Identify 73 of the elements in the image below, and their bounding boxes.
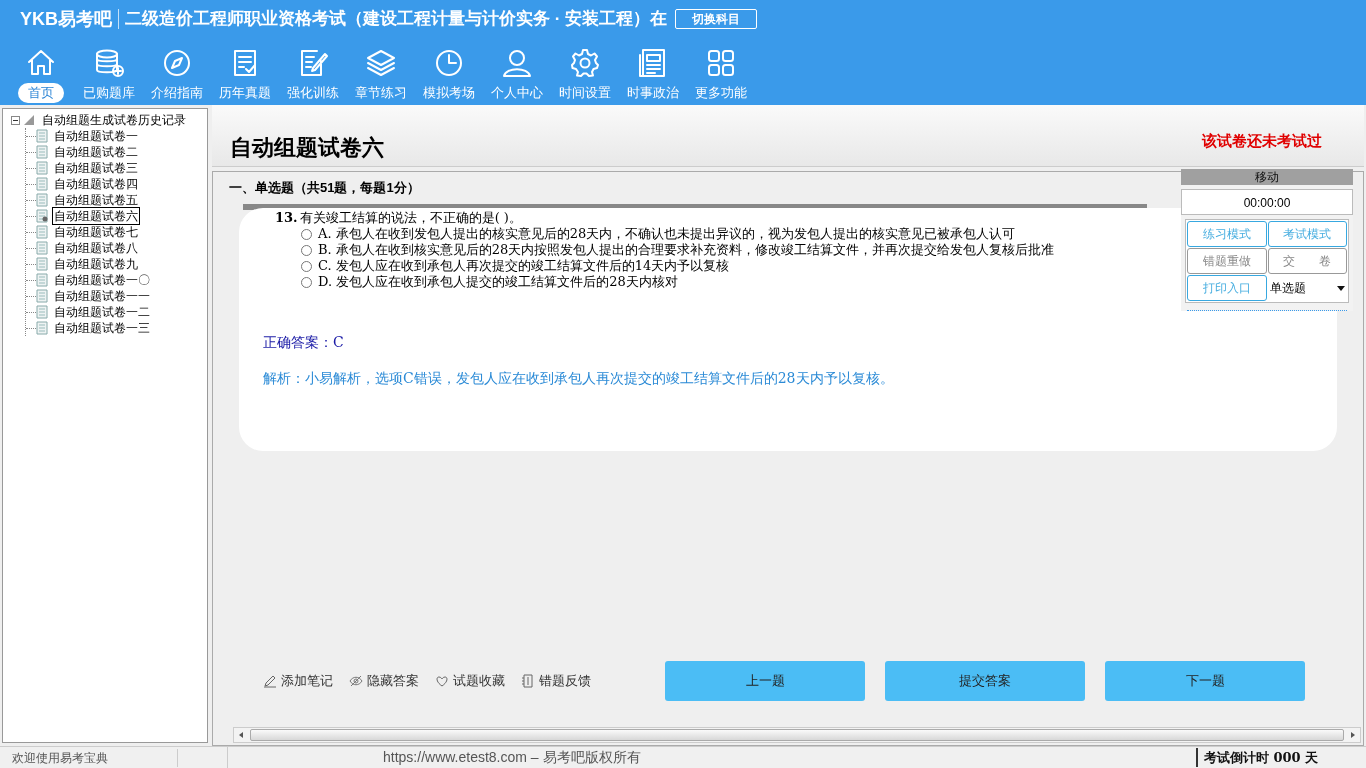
triangle-icon	[24, 115, 34, 125]
tree-item[interactable]: 自动组题试卷一〇	[52, 271, 152, 289]
document-icon	[36, 241, 48, 255]
pencil-icon[interactable]	[263, 674, 277, 688]
nav-tab[interactable]: 首页	[18, 83, 64, 103]
action-button[interactable]: 提交答案	[885, 661, 1085, 701]
app-logo: YKB易考吧	[20, 9, 119, 29]
document-icon	[36, 321, 48, 335]
option-label[interactable]: A. 承包人在收到发包人提出的核实意见后的28天内，不确认也未提出异议的，视为发包人提出的核实意见已被承包人认可	[318, 226, 1016, 242]
settings-icon[interactable]	[569, 47, 601, 79]
tree-item[interactable]: 自动组题试卷八	[52, 239, 140, 257]
document-icon	[36, 289, 48, 303]
copyright-text: https://www.etest8.com – 易考吧版权所有	[383, 748, 641, 767]
option-label[interactable]: D. 发包人应在收到承包人提交的竣工结算文件后的28天内核对	[318, 274, 678, 290]
database-icon[interactable]	[93, 47, 125, 79]
notebook-icon[interactable]	[521, 674, 535, 688]
tool-link[interactable]: 错题反馈	[539, 671, 591, 691]
tree-item[interactable]: 自动组题试卷一三	[52, 319, 152, 337]
eye-icon[interactable]	[349, 674, 363, 688]
document-icon	[36, 257, 48, 271]
scrollbar-thumb[interactable]	[250, 729, 1344, 741]
correct-answer: 正确答案：C	[263, 334, 345, 350]
question-number: 13.	[275, 210, 298, 226]
section-heading: 一、单选题（共51题，每题1分）	[229, 179, 421, 196]
timer-display: 00:00:00	[1181, 189, 1353, 215]
tree-item[interactable]: 自动组题试卷六	[52, 207, 140, 225]
document-icon	[36, 273, 48, 287]
document-icon	[36, 305, 48, 319]
option-label[interactable]: B. 承包人在收到核实意见后的28天内按照发包人提出的合理要求补充资料，修改竣工结算文件，并再次提交给发包人复核后批准	[318, 242, 1055, 258]
tree-item[interactable]: 自动组题试卷四	[52, 175, 140, 193]
tool-link[interactable]: 试题收藏	[453, 671, 505, 691]
tree-item[interactable]: 自动组题试卷七	[52, 223, 140, 241]
document-icon	[36, 129, 48, 143]
exam-status: 该试卷还未考试过	[1202, 130, 1322, 151]
layers-icon[interactable]	[365, 47, 397, 79]
action-button[interactable]: 上一题	[665, 661, 865, 701]
welcome-text: 欢迎使用易考宝典	[0, 748, 178, 767]
document-icon	[36, 225, 48, 239]
question-type-select[interactable]: 单选题	[1267, 275, 1347, 301]
document-icon	[36, 193, 48, 207]
heart-icon[interactable]	[435, 674, 449, 688]
panel-title-bar[interactable]: 移动	[1181, 169, 1353, 185]
tool-link[interactable]: 添加笔记	[281, 671, 333, 691]
exam-title: 二级造价工程师职业资格考试（建设工程计量与计价实务 · 安装工程）在	[125, 8, 668, 31]
radio-button[interactable]	[301, 228, 312, 240]
grid-icon[interactable]	[705, 47, 737, 79]
option-label[interactable]: C. 发包人应在收到承包人再次提交的竣工结算文件后的14天内予以复核	[318, 258, 730, 274]
document-icon	[36, 209, 48, 223]
question-text: 有关竣工结算的说法，不正确的是( )。	[299, 210, 522, 226]
tree-item[interactable]: 自动组题试卷五	[52, 191, 140, 209]
document-icon	[36, 161, 48, 175]
document-icon	[36, 145, 48, 159]
tree-root-label[interactable]: 自动组题生成试卷历史记录	[42, 112, 186, 128]
radio-button[interactable]	[301, 276, 312, 288]
tool-link[interactable]: 隐藏答案	[367, 671, 419, 691]
tree-item[interactable]: 自动组题试卷一	[52, 127, 140, 145]
tree-item[interactable]: 自动组题试卷九	[52, 255, 140, 273]
document-icon	[36, 177, 48, 191]
answer-analysis: 解析：小易解析，选项C错误，发包人应在收到承包人再次提交的竣工结算文件后的28天内予以复核。	[263, 370, 895, 386]
tree-item[interactable]: 自动组题试卷二	[52, 143, 140, 161]
collapse-toggle[interactable]	[11, 115, 20, 125]
compass-icon[interactable]	[161, 47, 193, 79]
tree-item[interactable]: 自动组题试卷一一	[52, 287, 152, 305]
exam-countdown: 考试倒计时 000 天	[1196, 747, 1366, 768]
tree-item[interactable]: 自动组题试卷三	[52, 159, 140, 177]
action-button[interactable]: 下一题	[1105, 661, 1305, 701]
paper-title: 自动组题试卷六	[230, 134, 384, 162]
radio-button[interactable]	[301, 244, 312, 256]
dropdown-caret-icon	[1337, 285, 1345, 291]
user-icon[interactable]	[501, 47, 533, 79]
clock-icon[interactable]	[433, 47, 465, 79]
radio-button[interactable]	[301, 260, 312, 272]
tree-item[interactable]: 自动组题试卷一二	[52, 303, 152, 321]
